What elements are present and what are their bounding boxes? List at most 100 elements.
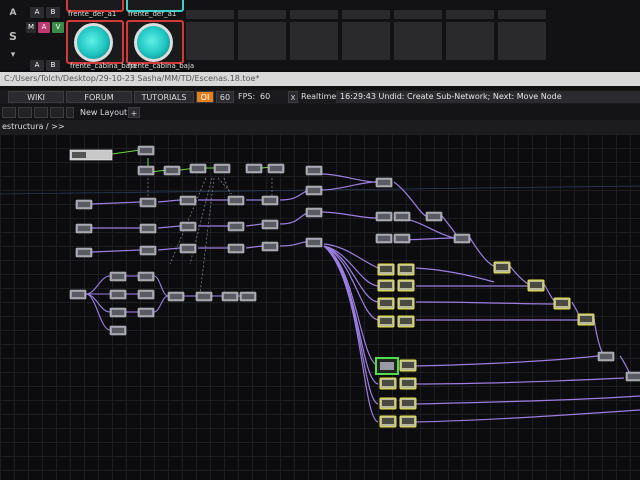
collapse-caret-icon[interactable]: ▾	[0, 50, 26, 60]
operator-node[interactable]	[227, 195, 245, 206]
operator-node[interactable]	[393, 233, 411, 244]
network-editor[interactable]	[0, 134, 640, 480]
operator-node[interactable]	[399, 415, 417, 428]
operator-node[interactable]	[397, 297, 415, 310]
operator-node[interactable]	[397, 263, 415, 276]
empty-slot[interactable]	[186, 22, 234, 60]
operator-node[interactable]	[375, 233, 393, 244]
empty-slot[interactable]	[290, 10, 338, 19]
network-graph[interactable]	[0, 134, 640, 480]
operator-node[interactable]	[399, 397, 417, 410]
operator-node[interactable]	[553, 297, 571, 310]
empty-slot[interactable]	[394, 22, 442, 60]
operator-node[interactable]	[227, 243, 245, 254]
operator-node[interactable]	[625, 371, 640, 382]
operator-node[interactable]	[305, 207, 323, 218]
empty-slot[interactable]	[238, 22, 286, 60]
operator-node[interactable]	[227, 221, 245, 232]
empty-slot[interactable]	[394, 10, 442, 19]
operator-node[interactable]	[267, 163, 285, 174]
operator-node[interactable]	[377, 279, 395, 292]
operator-node[interactable]	[137, 307, 155, 318]
view-button[interactable]: V	[52, 22, 64, 33]
operator-node[interactable]	[179, 243, 197, 254]
operator-node[interactable]	[75, 199, 93, 210]
operator-node[interactable]	[137, 145, 155, 156]
operator-node[interactable]	[527, 279, 545, 292]
operator-node[interactable]	[139, 197, 157, 208]
operator-node[interactable]	[399, 377, 417, 390]
operator-node[interactable]	[189, 163, 207, 174]
operator-node[interactable]	[261, 241, 279, 252]
operator-node[interactable]	[397, 315, 415, 328]
activate-button[interactable]: A	[38, 22, 50, 33]
realtime-checkbox[interactable]: X	[288, 91, 298, 103]
operator-node[interactable]	[377, 315, 395, 328]
operator-node[interactable]	[397, 279, 415, 292]
operator-node[interactable]	[577, 313, 595, 326]
operator-node[interactable]	[139, 223, 157, 234]
operator-node[interactable]	[75, 223, 93, 234]
empty-slot[interactable]	[498, 22, 546, 60]
clip-tile-1[interactable]	[66, 20, 124, 64]
operator-node[interactable]	[221, 291, 239, 302]
operator-node[interactable]	[137, 271, 155, 282]
operator-node[interactable]	[377, 263, 395, 276]
empty-slot[interactable]	[446, 10, 494, 19]
operator-node[interactable]	[379, 415, 397, 428]
operator-node[interactable]	[305, 237, 323, 248]
operator-node[interactable]	[195, 291, 213, 302]
operator-node[interactable]	[75, 247, 93, 258]
layout-slot[interactable]	[34, 107, 48, 118]
operator-node[interactable]	[377, 297, 395, 310]
empty-slot[interactable]	[290, 22, 338, 60]
empty-slot[interactable]	[498, 10, 546, 19]
operator-node[interactable]	[493, 261, 511, 274]
operator-node[interactable]	[379, 377, 397, 390]
operator-node[interactable]	[137, 165, 155, 176]
layout-slot[interactable]	[18, 107, 32, 118]
forum-button[interactable]: FORUM	[66, 91, 132, 103]
empty-slot[interactable]	[446, 22, 494, 60]
operator-node[interactable]	[139, 245, 157, 256]
operator-node[interactable]	[213, 163, 231, 174]
operator-node[interactable]	[261, 195, 279, 206]
operator-node[interactable]	[179, 195, 197, 206]
tutorials-button[interactable]: TUTORIALS	[134, 91, 194, 103]
operator-node[interactable]	[305, 185, 323, 196]
operator-node[interactable]	[245, 163, 263, 174]
operator-node[interactable]	[167, 291, 185, 302]
operator-node[interactable]	[163, 165, 181, 176]
operator-node[interactable]	[375, 177, 393, 188]
add-layout-button[interactable]: +	[128, 107, 140, 118]
empty-slot[interactable]	[238, 10, 286, 19]
mute-button[interactable]: M	[26, 22, 36, 33]
empty-slot[interactable]	[342, 22, 390, 60]
wiki-button[interactable]: WIKI	[8, 91, 64, 103]
network-breadcrumb[interactable]: estructura / >>	[0, 120, 640, 134]
operator-node[interactable]	[379, 397, 397, 410]
operator-node[interactable]	[109, 307, 127, 318]
operator-node[interactable]	[109, 325, 127, 336]
fps-target-field[interactable]: 60	[216, 91, 234, 103]
new-layout-button[interactable]: New Layout	[80, 107, 127, 119]
operator-node[interactable]	[261, 219, 279, 230]
operator-node[interactable]	[109, 289, 127, 300]
operator-node[interactable]	[305, 165, 323, 176]
operator-node[interactable]	[179, 221, 197, 232]
layout-slot[interactable]	[66, 107, 74, 118]
operator-node[interactable]	[109, 271, 127, 282]
operator-node[interactable]	[375, 211, 393, 222]
perform-mode-button[interactable]: OI	[196, 91, 214, 103]
operator-node[interactable]	[69, 289, 87, 300]
operator-node[interactable]	[393, 211, 411, 222]
operator-node[interactable]	[137, 289, 155, 300]
layout-slot[interactable]	[50, 107, 64, 118]
operator-node[interactable]	[597, 351, 615, 362]
operator-node[interactable]	[239, 291, 257, 302]
empty-slot[interactable]	[186, 10, 234, 19]
operator-node[interactable]	[425, 211, 443, 222]
layout-slot[interactable]	[2, 107, 16, 118]
operator-node[interactable]	[453, 233, 471, 244]
clip-tile-2[interactable]	[126, 20, 184, 64]
